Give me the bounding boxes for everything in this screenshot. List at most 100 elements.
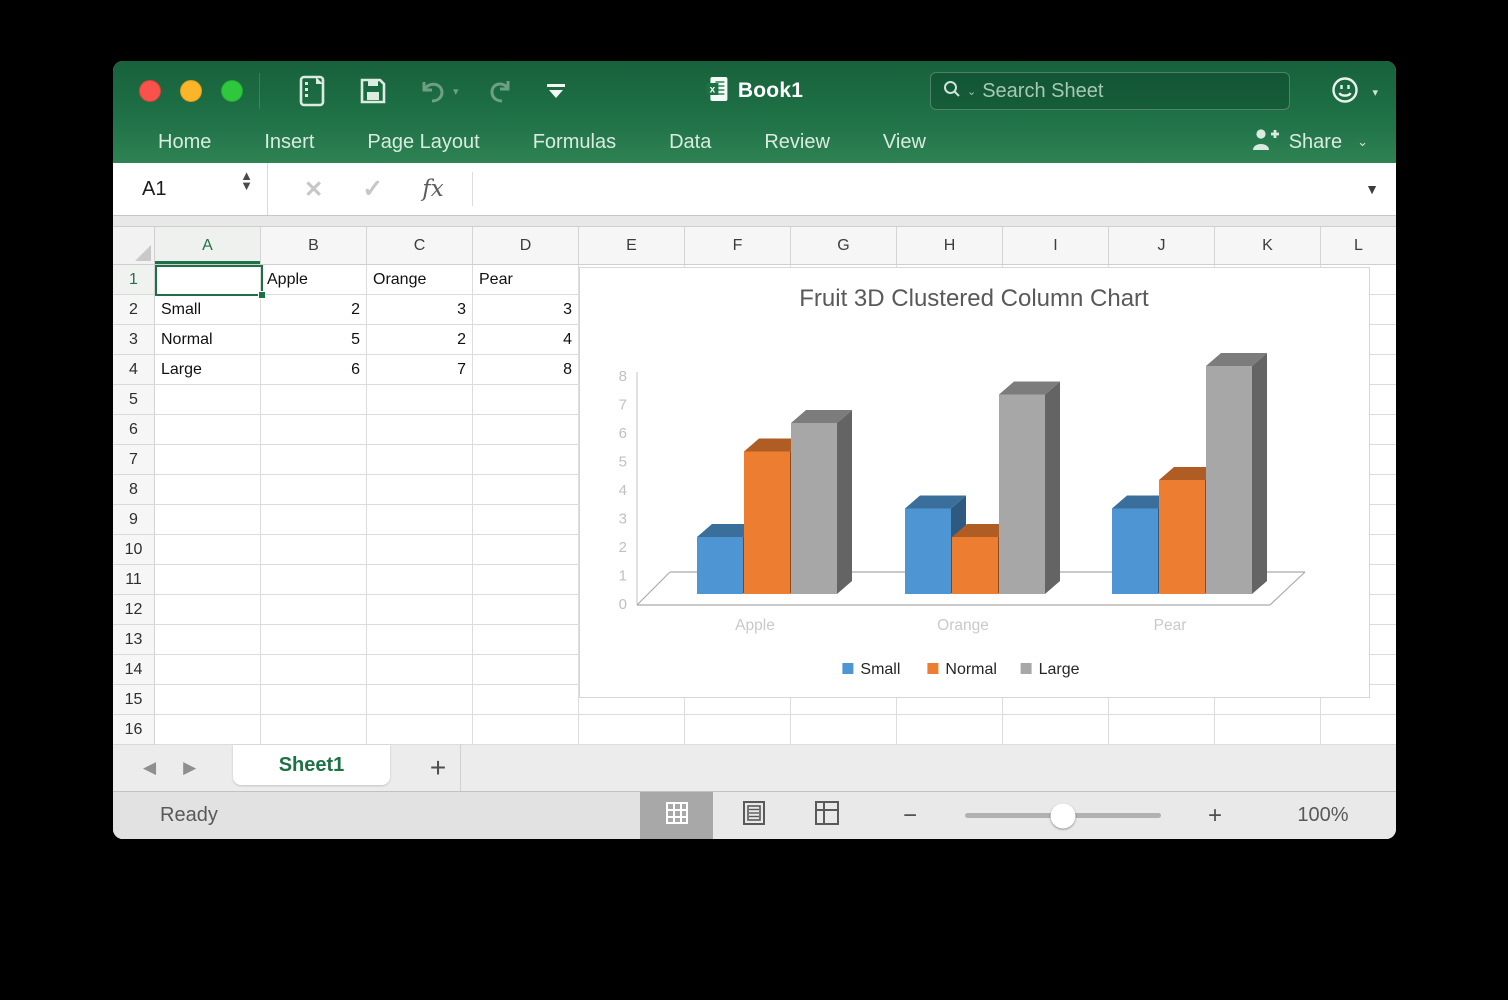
column-header-C[interactable]: C bbox=[367, 227, 473, 265]
row-header-1[interactable]: 1 bbox=[113, 265, 155, 295]
tab-formulas[interactable]: Formulas bbox=[533, 131, 616, 154]
cell-A9[interactable] bbox=[155, 505, 261, 535]
column-header-K[interactable]: K bbox=[1215, 227, 1321, 265]
new-workbook-icon[interactable] bbox=[299, 75, 329, 107]
cell-A16[interactable] bbox=[155, 715, 261, 745]
undo-icon[interactable]: ▾ bbox=[417, 78, 459, 104]
cell-C1[interactable]: Orange bbox=[367, 265, 473, 295]
cell-C7[interactable] bbox=[367, 445, 473, 475]
column-header-D[interactable]: D bbox=[473, 227, 579, 265]
insert-function-icon[interactable]: fx bbox=[422, 176, 443, 202]
row-header-2[interactable]: 2 bbox=[113, 295, 155, 325]
column-header-B[interactable]: B bbox=[261, 227, 367, 265]
cell-A10[interactable] bbox=[155, 535, 261, 565]
name-box[interactable]: A1 ▲ ▼ bbox=[113, 163, 268, 215]
row-header-13[interactable]: 13 bbox=[113, 625, 155, 655]
formula-input[interactable] bbox=[473, 163, 1365, 215]
column-header-L[interactable]: L bbox=[1321, 227, 1396, 265]
next-sheet-arrow[interactable]: ▶ bbox=[183, 758, 196, 778]
cell-A14[interactable] bbox=[155, 655, 261, 685]
cell-B1[interactable]: Apple bbox=[261, 265, 367, 295]
row-header-3[interactable]: 3 bbox=[113, 325, 155, 355]
prev-sheet-arrow[interactable]: ◀ bbox=[143, 758, 156, 778]
row-header-15[interactable]: 15 bbox=[113, 685, 155, 715]
cell-L16[interactable] bbox=[1321, 715, 1396, 745]
chart[interactable]: Fruit 3D Clustered Column Chart 0 1 2 3 4 5 6 7 8… bbox=[579, 267, 1370, 698]
row-header-14[interactable]: 14 bbox=[113, 655, 155, 685]
tab-view[interactable]: View bbox=[883, 131, 926, 154]
cell-E16[interactable] bbox=[579, 715, 685, 745]
tab-page-layout[interactable]: Page Layout bbox=[367, 131, 479, 154]
cell-B14[interactable] bbox=[261, 655, 367, 685]
cell-B3[interactable]: 5 bbox=[261, 325, 367, 355]
cell-C5[interactable] bbox=[367, 385, 473, 415]
cell-A15[interactable] bbox=[155, 685, 261, 715]
minimize-button[interactable] bbox=[180, 80, 202, 102]
cell-A12[interactable] bbox=[155, 595, 261, 625]
row-header-4[interactable]: 4 bbox=[113, 355, 155, 385]
cell-D12[interactable] bbox=[473, 595, 579, 625]
cell-B4[interactable]: 6 bbox=[261, 355, 367, 385]
undo-dropdown-caret[interactable]: ▾ bbox=[453, 85, 459, 98]
page-layout-view-button[interactable] bbox=[717, 792, 790, 839]
column-header-H[interactable]: H bbox=[897, 227, 1003, 265]
cell-D13[interactable] bbox=[473, 625, 579, 655]
tab-data[interactable]: Data bbox=[669, 131, 711, 154]
cell-D1[interactable]: Pear bbox=[473, 265, 579, 295]
cell-C13[interactable] bbox=[367, 625, 473, 655]
cell-D9[interactable] bbox=[473, 505, 579, 535]
row-header-7[interactable]: 7 bbox=[113, 445, 155, 475]
row-header-6[interactable]: 6 bbox=[113, 415, 155, 445]
cell-C12[interactable] bbox=[367, 595, 473, 625]
cell-G16[interactable] bbox=[791, 715, 897, 745]
row-header-10[interactable]: 10 bbox=[113, 535, 155, 565]
cell-A1[interactable] bbox=[155, 265, 261, 295]
column-header-I[interactable]: I bbox=[1003, 227, 1109, 265]
zoom-slider-thumb[interactable] bbox=[1050, 803, 1076, 828]
cell-B9[interactable] bbox=[261, 505, 367, 535]
name-box-stepper[interactable]: ▲ ▼ bbox=[240, 169, 253, 192]
cell-I16[interactable] bbox=[1003, 715, 1109, 745]
enter-icon[interactable]: ✓ bbox=[362, 174, 383, 204]
share-button[interactable]: Share ⌄ bbox=[1250, 121, 1368, 163]
cell-C15[interactable] bbox=[367, 685, 473, 715]
cell-H16[interactable] bbox=[897, 715, 1003, 745]
cell-D4[interactable]: 8 bbox=[473, 355, 579, 385]
cell-B10[interactable] bbox=[261, 535, 367, 565]
column-header-G[interactable]: G bbox=[791, 227, 897, 265]
tab-review[interactable]: Review bbox=[764, 131, 830, 154]
cell-D15[interactable] bbox=[473, 685, 579, 715]
cell-F16[interactable] bbox=[685, 715, 791, 745]
column-header-F[interactable]: F bbox=[685, 227, 791, 265]
cell-J16[interactable] bbox=[1109, 715, 1215, 745]
cell-C4[interactable]: 7 bbox=[367, 355, 473, 385]
cell-B15[interactable] bbox=[261, 685, 367, 715]
column-header-E[interactable]: E bbox=[579, 227, 685, 265]
cell-D8[interactable] bbox=[473, 475, 579, 505]
sheet-tab-sheet1[interactable]: Sheet1 bbox=[233, 745, 390, 785]
cell-D6[interactable] bbox=[473, 415, 579, 445]
cell-D11[interactable] bbox=[473, 565, 579, 595]
cell-A8[interactable] bbox=[155, 475, 261, 505]
cell-C3[interactable]: 2 bbox=[367, 325, 473, 355]
cell-D16[interactable] bbox=[473, 715, 579, 745]
cell-C14[interactable] bbox=[367, 655, 473, 685]
cell-C9[interactable] bbox=[367, 505, 473, 535]
tab-insert[interactable]: Insert bbox=[264, 131, 314, 154]
cell-B12[interactable] bbox=[261, 595, 367, 625]
save-icon[interactable] bbox=[359, 77, 387, 105]
cell-A7[interactable] bbox=[155, 445, 261, 475]
cell-B16[interactable] bbox=[261, 715, 367, 745]
cell-K16[interactable] bbox=[1215, 715, 1321, 745]
zoom-in-button[interactable]: + bbox=[1208, 792, 1222, 839]
tab-home[interactable]: Home bbox=[158, 131, 211, 154]
cell-B8[interactable] bbox=[261, 475, 367, 505]
formula-bar-expand-caret[interactable]: ▼ bbox=[1365, 163, 1396, 215]
cell-C10[interactable] bbox=[367, 535, 473, 565]
cell-D7[interactable] bbox=[473, 445, 579, 475]
zoom-slider[interactable] bbox=[965, 803, 1161, 828]
cell-D2[interactable]: 3 bbox=[473, 295, 579, 325]
search-scope-caret[interactable]: ⌄ bbox=[967, 85, 976, 98]
cell-A3[interactable]: Normal bbox=[155, 325, 261, 355]
cell-B2[interactable]: 2 bbox=[261, 295, 367, 325]
